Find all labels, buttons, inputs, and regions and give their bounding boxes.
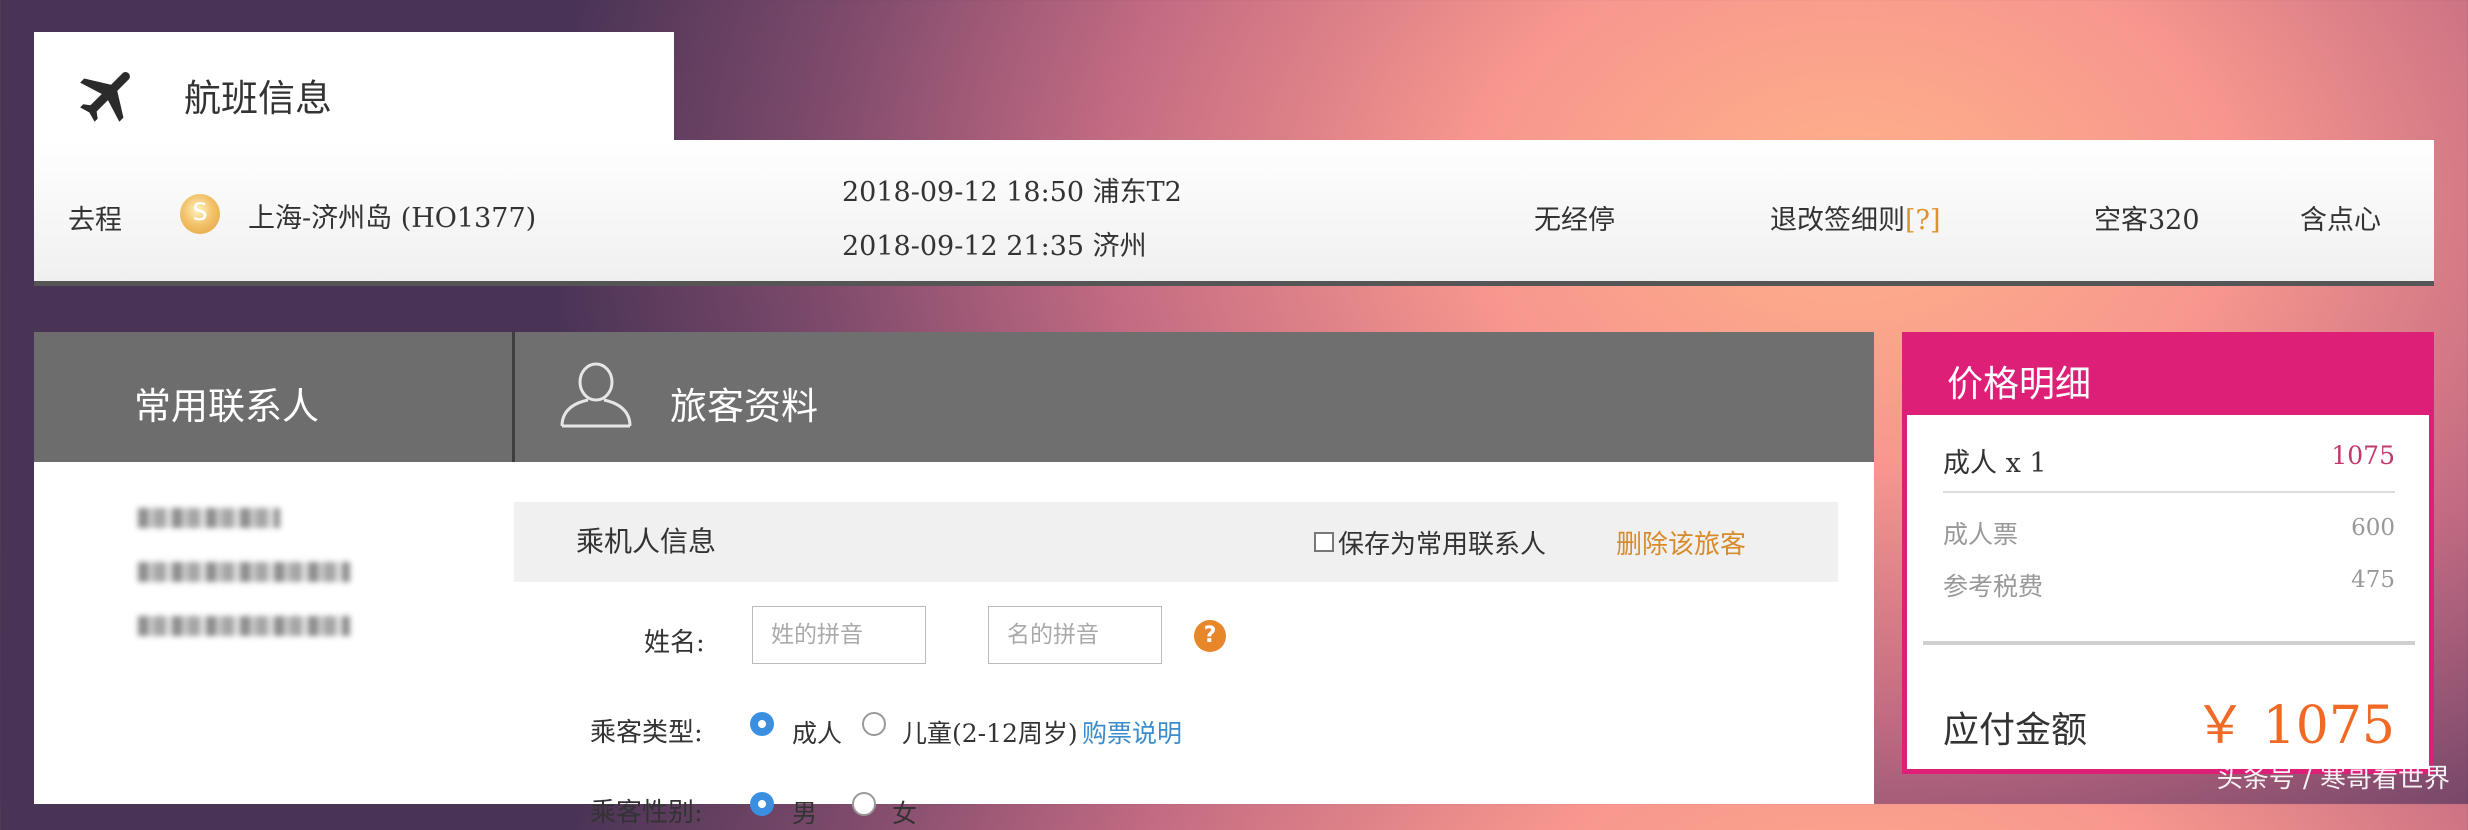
total-amount: ￥ 1075 [2194,696,2395,756]
arrival-time: 2018-09-12 21:35 济州 [842,231,1147,262]
price-ticket-label: 成人票 [1943,520,2019,549]
female-radio-label[interactable]: 女 [892,794,917,830]
save-contact-checkbox[interactable] [1314,532,1334,552]
male-radio-label[interactable]: 男 [792,794,817,830]
child-radio[interactable] [862,712,886,736]
aircraft-type: 空客320 [2094,205,2200,236]
flight-summary-bar: 去程 S 上海-济州岛 (HO1377) 2018-09-12 18:50 浦东… [34,140,2434,286]
price-title: 价格明细 [1947,364,2092,405]
tab-frequent-contacts-label: 常用联系人 [134,385,319,428]
male-radio[interactable] [750,792,774,816]
name-help-icon[interactable]: ? [1194,620,1226,652]
adult-radio[interactable] [750,712,774,736]
contact-item[interactable] [138,562,350,582]
flight-info-tab: 航班信息 [34,32,674,142]
change-rules-label: 退改签细则 [1770,205,1905,236]
tab-frequent-contacts[interactable]: 常用联系人 [34,332,515,462]
last-name-input[interactable] [752,606,926,664]
price-adult-row: 成人 x 1 1075 [1943,441,2395,493]
first-name-input[interactable] [988,606,1162,664]
panel-tabbar: 常用联系人 旅客资料 [34,332,1874,462]
flight-route: 上海-济州岛 (HO1377) [248,203,537,234]
departure-time: 2018-09-12 18:50 浦东T2 [842,177,1182,208]
change-rules-help-icon: [?] [1905,205,1941,236]
delete-passenger-link[interactable]: 删除该旅客 [1616,524,1746,561]
child-radio-label[interactable]: 儿童(2-12周岁) [902,714,1078,750]
price-ticket-value: 600 [2351,515,2395,541]
airline-logo-icon: S [180,194,220,234]
price-detail-panel: 价格明细 成人 x 1 1075 成人票 600 参考税费 475 应付金额 ￥… [1902,332,2434,774]
passenger-section-title: 乘机人信息 [576,525,717,558]
ticket-info-link[interactable]: 购票说明 [1082,714,1182,750]
contact-item[interactable] [138,616,350,636]
passenger-type-label: 乘客类型: [590,718,703,748]
airplane-icon [80,72,130,122]
meal-info: 含点心 [2300,205,2381,236]
total-label: 应付金额 [1943,710,2088,751]
price-tax-value: 475 [2351,567,2395,593]
price-header: 价格明细 [1907,337,2429,415]
flight-direction: 去程 [68,205,122,236]
price-adult-total: 1075 [2331,441,2395,470]
gender-label: 乘客性别: [590,798,703,828]
contact-item[interactable] [138,508,280,528]
change-rules-link[interactable]: 退改签细则[?] [1770,198,1941,237]
price-tax-label: 参考税费 [1943,572,2044,601]
flight-info-title: 航班信息 [184,77,332,120]
passenger-section-header: 乘机人信息 保存为常用联系人 删除该旅客 [514,502,1838,582]
price-breakdown: 成人 x 1 1075 成人票 600 参考税费 475 [1923,427,2415,645]
female-radio[interactable] [852,792,876,816]
adult-radio-label[interactable]: 成人 [792,714,842,750]
person-icon [560,362,632,428]
contact-list-blurred[interactable] [134,508,434,638]
save-contact-label[interactable]: 保存为常用联系人 [1338,524,1546,561]
name-label: 姓名: [644,628,705,658]
tab-passenger-info[interactable]: 旅客资料 [670,376,818,430]
passenger-panel: 常用联系人 旅客资料 乘机人信息 保存为常用联系人 删除该旅客 姓名: ? 乘客… [34,332,1874,828]
watermark-text: 头条号 / 寒哥看世界 [2216,764,2450,794]
price-adult-label: 成人 x 1 [1943,448,2047,479]
flight-stops: 无经停 [1534,205,1615,236]
